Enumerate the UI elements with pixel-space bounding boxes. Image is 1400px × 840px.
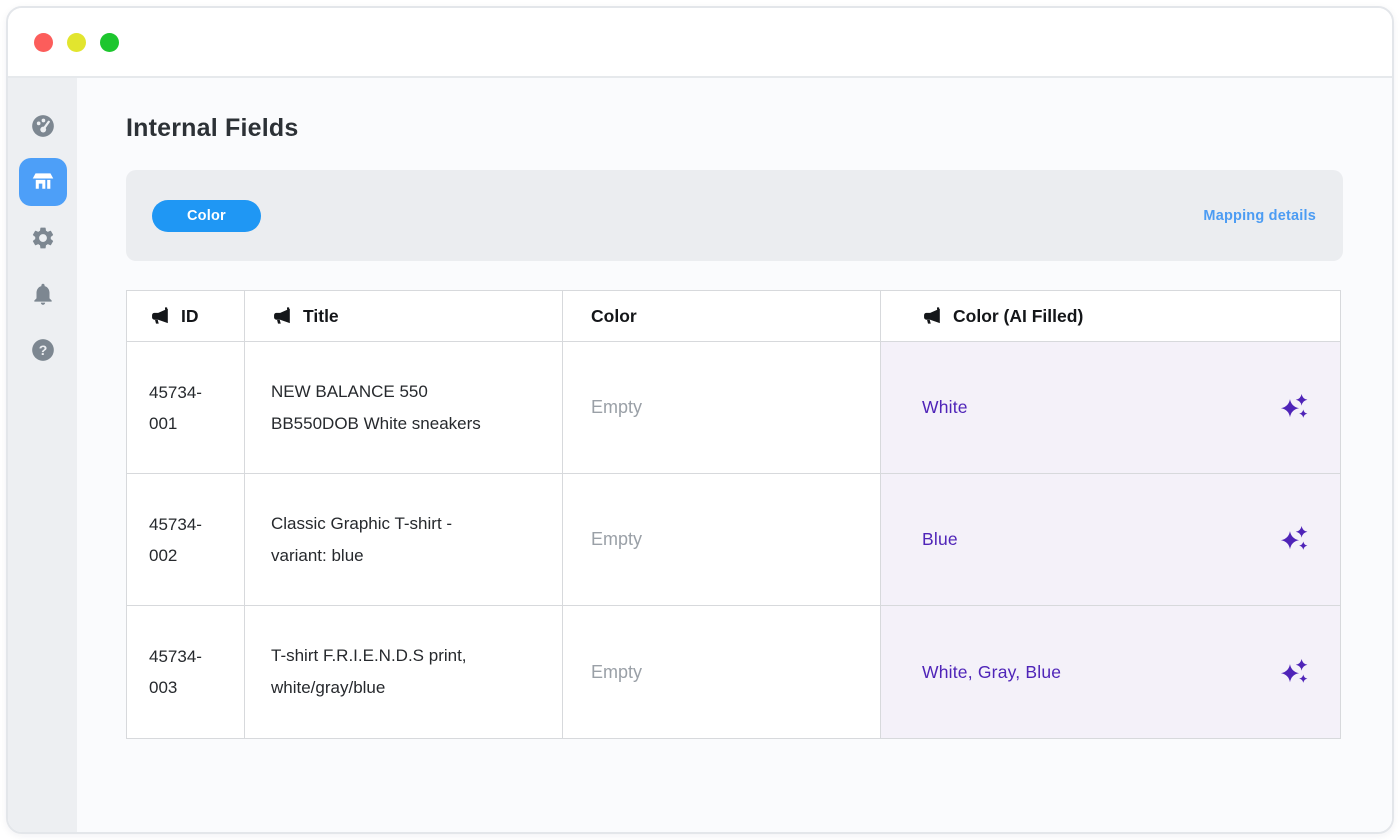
table-row-3-id-cell: 45734-003 <box>127 606 245 738</box>
traffic-lights <box>34 33 119 52</box>
app-window: ? Internal Fields Color Mapping details <box>6 6 1394 834</box>
campaign-icon <box>149 306 170 327</box>
table-row-1-title-cell: NEW BALANCE 550 BB550DOB White sneakers <box>245 342 563 474</box>
store-icon <box>29 168 57 196</box>
column-header-color: Color <box>563 291 881 342</box>
sidebar: ? <box>8 78 77 832</box>
sidebar-item-help[interactable]: ? <box>19 326 67 374</box>
sidebar-item-settings[interactable] <box>19 214 67 262</box>
title-bar <box>8 8 1392 78</box>
table-row-3-color-cell[interactable]: Empty <box>563 606 881 738</box>
help-icon: ? <box>30 337 56 363</box>
ai-sparkles-icon[interactable] <box>1279 657 1310 688</box>
ai-sparkles-icon[interactable] <box>1279 392 1310 423</box>
table-row-2-title-cell: Classic Graphic T-shirt - variant: blue <box>245 474 563 606</box>
sidebar-item-dashboard[interactable] <box>19 102 67 150</box>
gear-icon <box>30 225 56 251</box>
main-content: Internal Fields Color Mapping details ID <box>77 78 1392 832</box>
mapping-details-link[interactable]: Mapping details <box>1203 208 1316 224</box>
sidebar-item-store[interactable] <box>19 158 67 206</box>
bell-icon <box>30 281 56 307</box>
table-row-3-ai-color-cell[interactable]: White, Gray, Blue <box>881 606 1340 738</box>
table-row-2-id-cell: 45734-002 <box>127 474 245 606</box>
column-header-color-ai-filled: Color (AI Filled) <box>881 291 1340 342</box>
gauge-icon <box>30 113 56 139</box>
color-field-chip[interactable]: Color <box>152 200 261 232</box>
table-row-2-ai-color-cell[interactable]: Blue <box>881 474 1340 606</box>
column-header-id: ID <box>127 291 245 342</box>
table-row-1-color-cell[interactable]: Empty <box>563 342 881 474</box>
close-window-button[interactable] <box>34 33 53 52</box>
field-toolbar: Color Mapping details <box>126 170 1343 261</box>
zoom-window-button[interactable] <box>100 33 119 52</box>
minimize-window-button[interactable] <box>67 33 86 52</box>
ai-sparkles-icon[interactable] <box>1279 524 1310 555</box>
table-row-3-title-cell: T-shirt F.R.I.E.N.D.S print, white/gray/… <box>245 606 563 738</box>
campaign-icon <box>921 306 942 327</box>
table-row-1-id-cell: 45734-001 <box>127 342 245 474</box>
table-row-2-color-cell[interactable]: Empty <box>563 474 881 606</box>
campaign-icon <box>271 306 292 327</box>
internal-fields-table: ID Title Color <box>126 290 1341 739</box>
svg-text:?: ? <box>38 342 47 358</box>
sidebar-item-notifications[interactable] <box>19 270 67 318</box>
page-title: Internal Fields <box>126 114 1343 143</box>
column-header-title: Title <box>245 291 563 342</box>
table-row-1-ai-color-cell[interactable]: White <box>881 342 1340 474</box>
